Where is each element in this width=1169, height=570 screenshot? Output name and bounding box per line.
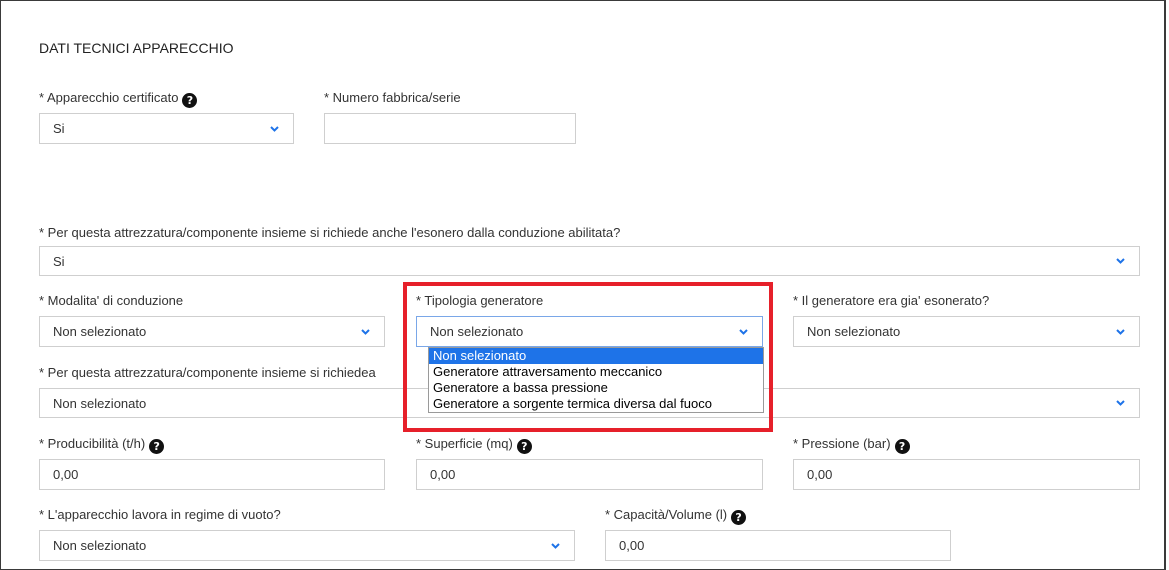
apparecchio-certificato-label: * Apparecchio certificato? xyxy=(39,90,198,108)
question-circle-icon[interactable]: ? xyxy=(182,93,198,108)
superficie-label: * Superficie (mq)? xyxy=(416,436,532,454)
section-title: DATI TECNICI APPARECCHIO xyxy=(39,40,234,56)
generatore-esonerato-select[interactable]: Non selezionato xyxy=(793,316,1140,347)
chevron-down-icon xyxy=(551,542,560,549)
modalita-conduzione-label: * Modalita' di conduzione xyxy=(39,293,184,308)
esonero-conduzione-select[interactable]: Si xyxy=(39,246,1140,276)
tipologia-generatore-label: * Tipologia generatore xyxy=(416,293,544,308)
pressione-label: * Pressione (bar)? xyxy=(793,436,910,454)
chevron-down-icon xyxy=(270,125,279,132)
regime-vuoto-label: * L'apparecchio lavora in regime di vuot… xyxy=(39,507,281,522)
question-circle-icon[interactable]: ? xyxy=(149,439,165,454)
numero-fabbrica-label: * Numero fabbrica/serie xyxy=(324,90,461,105)
tipologia-generatore-select[interactable]: Non selezionato xyxy=(416,316,763,347)
generatore-esonerato-label: * Il generatore era gia' esonerato? xyxy=(793,293,990,308)
esonero-conduzione-label: * Per questa attrezzatura/componente ins… xyxy=(39,225,621,240)
numero-fabbrica-input[interactable] xyxy=(324,113,576,144)
chevron-down-icon xyxy=(1116,328,1125,335)
chevron-down-icon xyxy=(1116,258,1125,264)
dropdown-option[interactable]: Non selezionato xyxy=(429,348,763,364)
modalita-conduzione-select[interactable]: Non selezionato xyxy=(39,316,385,347)
superficie-input[interactable]: 0,00 xyxy=(416,459,763,490)
tipologia-generatore-dropdown[interactable]: Non selezionato Generatore attraversamen… xyxy=(428,347,764,413)
chevron-down-icon xyxy=(1116,400,1125,406)
pressione-input[interactable]: 0,00 xyxy=(793,459,1140,490)
dropdown-option[interactable]: Generatore attraversamento meccanico xyxy=(429,364,763,380)
capacita-volume-label: * Capacità/Volume (l)? xyxy=(605,507,747,525)
chevron-down-icon xyxy=(739,328,748,335)
chevron-down-icon xyxy=(361,328,370,335)
dropdown-option[interactable]: Generatore a bassa pressione xyxy=(429,380,763,396)
apparecchio-certificato-select[interactable]: Si xyxy=(39,113,294,144)
question-circle-icon[interactable]: ? xyxy=(894,439,910,454)
regime-vuoto-select[interactable]: Non selezionato xyxy=(39,530,575,561)
producibilita-label: * Producibilità (t/h)? xyxy=(39,436,165,454)
capacita-volume-input[interactable]: 0,00 xyxy=(605,530,951,561)
producibilita-input[interactable]: 0,00 xyxy=(39,459,385,490)
dropdown-option[interactable]: Generatore a sorgente termica diversa da… xyxy=(429,396,763,412)
question-circle-icon[interactable]: ? xyxy=(731,510,747,525)
richiede-altro-label: * Per questa attrezzatura/componente ins… xyxy=(39,365,376,380)
question-circle-icon[interactable]: ? xyxy=(516,439,532,454)
